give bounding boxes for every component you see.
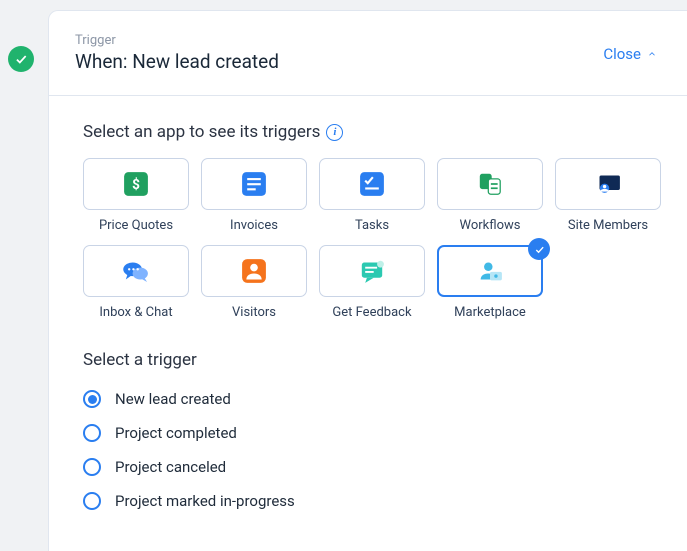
trigger-label: Project canceled [115, 458, 226, 476]
info-icon[interactable]: i [326, 124, 343, 141]
app-label: Inbox & Chat [99, 305, 172, 320]
app-label: Site Members [568, 218, 648, 233]
trigger-label: Project marked in-progress [115, 492, 295, 510]
close-button[interactable]: Close [603, 33, 657, 63]
trigger-option-project-canceled[interactable]: Project canceled [83, 458, 653, 476]
app-item-marketplace: Marketplace [437, 245, 543, 320]
check-icon [14, 52, 28, 66]
trigger-option-new-lead-created[interactable]: New lead created [83, 390, 653, 408]
app-tile-inbox-chat[interactable] [83, 245, 189, 297]
app-item-site-members: Site Members [555, 158, 661, 233]
panel-eyebrow: Trigger [75, 33, 279, 48]
app-label: Tasks [355, 218, 389, 233]
inbox-chat-icon [119, 254, 153, 288]
invoices-icon [237, 167, 271, 201]
app-item-tasks: Tasks [319, 158, 425, 233]
apps-section-label: Select an app to see its triggers i [83, 122, 653, 142]
chevron-up-icon [647, 49, 657, 59]
radio-icon [83, 390, 101, 408]
marketplace-icon [473, 254, 507, 288]
visitors-icon [237, 254, 271, 288]
workflows-icon [473, 167, 507, 201]
panel-title-group: Trigger When: New lead created [75, 33, 279, 73]
close-label: Close [603, 45, 641, 63]
app-item-inbox-chat: Inbox & Chat [83, 245, 189, 320]
price-quotes-icon: $ [119, 167, 153, 201]
app-tile-marketplace[interactable] [437, 245, 543, 297]
app-tile-visitors[interactable] [201, 245, 307, 297]
app-item-price-quotes: $ Price Quotes [83, 158, 189, 233]
radio-icon [83, 424, 101, 442]
app-tile-invoices[interactable] [201, 158, 307, 210]
site-members-icon [591, 167, 625, 201]
radio-icon [83, 492, 101, 510]
app-item-visitors: Visitors [201, 245, 307, 320]
app-item-workflows: Workflows [437, 158, 543, 233]
radio-icon [83, 458, 101, 476]
trigger-option-project-completed[interactable]: Project completed [83, 424, 653, 442]
trigger-label: Project completed [115, 424, 237, 442]
app-label: Marketplace [454, 305, 526, 320]
apps-section-text: Select an app to see its triggers [83, 122, 320, 142]
app-label: Get Feedback [332, 305, 411, 320]
app-tile-get-feedback[interactable] [319, 245, 425, 297]
get-feedback-icon [355, 254, 389, 288]
panel-header: Trigger When: New lead created Close [49, 11, 687, 96]
stage: Trigger When: New lead created Close Sel… [0, 0, 687, 551]
triggers-section-label: Select a trigger [83, 350, 653, 370]
trigger-option-project-marked-in-progress[interactable]: Project marked in-progress [83, 492, 653, 510]
trigger-panel: Trigger When: New lead created Close Sel… [48, 10, 687, 551]
app-item-invoices: Invoices [201, 158, 307, 233]
app-label: Price Quotes [99, 218, 173, 233]
trigger-label: New lead created [115, 390, 231, 408]
app-grid: $ Price Quotes Invoices Tasks Workflows Site … [83, 158, 653, 320]
app-tile-workflows[interactable] [437, 158, 543, 210]
triggers-section-text: Select a trigger [83, 350, 197, 370]
app-tile-price-quotes[interactable]: $ [83, 158, 189, 210]
app-tile-tasks[interactable] [319, 158, 425, 210]
app-label: Workflows [459, 218, 520, 233]
app-tile-site-members[interactable] [555, 158, 661, 210]
svg-text:$: $ [132, 177, 140, 193]
panel-title: When: New lead created [75, 50, 279, 73]
panel-body: Select an app to see its triggers i $ Pri… [49, 96, 687, 510]
tasks-icon [355, 167, 389, 201]
step-complete-badge [8, 46, 34, 72]
trigger-list: New lead created Project completed Project… [83, 390, 653, 510]
triggers-section: Select a trigger New lead created Project… [83, 350, 653, 510]
app-label: Visitors [232, 305, 276, 320]
app-item-get-feedback: Get Feedback [319, 245, 425, 320]
app-label: Invoices [230, 218, 278, 233]
selected-check-icon [528, 238, 550, 260]
